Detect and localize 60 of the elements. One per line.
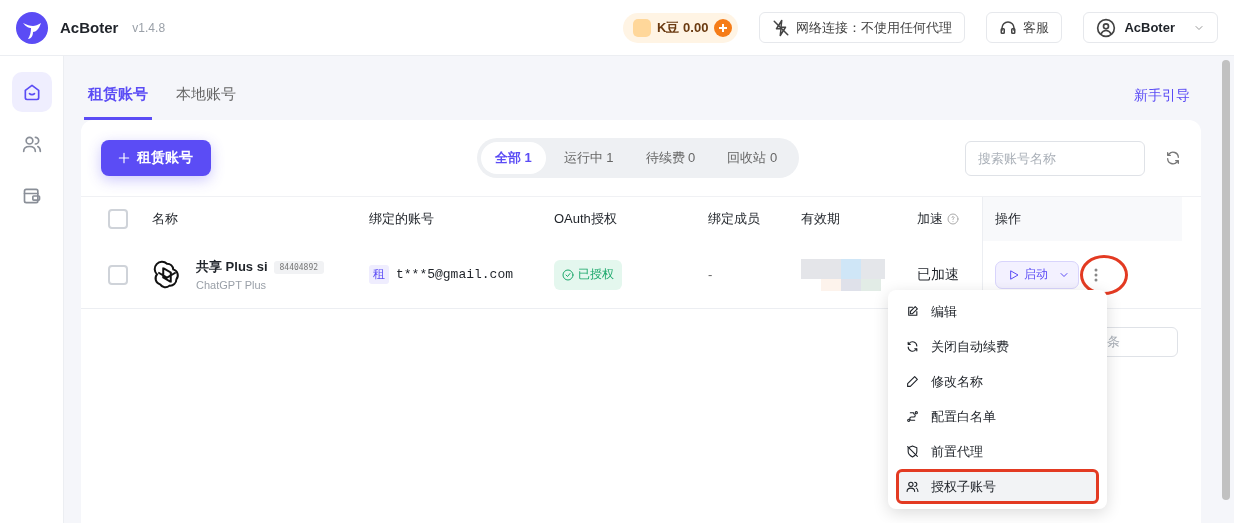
plan-label: ChatGPT Plus bbox=[196, 279, 268, 291]
refresh-icon[interactable] bbox=[1165, 150, 1181, 166]
coin-balance: K豆 0.00 bbox=[657, 18, 709, 37]
whale-tail-logo bbox=[16, 11, 48, 44]
filter-tab[interactable]: 待续费 0 bbox=[631, 142, 710, 174]
checkbox[interactable] bbox=[108, 264, 128, 285]
search-field[interactable]: 搜索账号名称 bbox=[965, 140, 1145, 176]
filter-tab[interactable]: 全部 1 bbox=[480, 142, 546, 174]
scrollbar[interactable] bbox=[1218, 56, 1234, 523]
column-header: 名称 bbox=[152, 210, 178, 228]
table-cell: 已加速 bbox=[917, 265, 959, 284]
plus-icon bbox=[117, 151, 131, 165]
user-circle-icon bbox=[1096, 17, 1117, 38]
column-header: 加速 bbox=[917, 210, 943, 228]
authorized-badge: 已授权 bbox=[554, 259, 622, 290]
pencil-icon bbox=[906, 375, 919, 388]
headset-icon bbox=[999, 18, 1018, 37]
account-name: 共享 Plus si bbox=[196, 258, 268, 276]
play-icon bbox=[1008, 268, 1020, 281]
user-menu-button[interactable]: AcBoter bbox=[1083, 12, 1218, 43]
more-vertical-icon bbox=[1094, 267, 1098, 282]
wallet-icon bbox=[21, 186, 42, 206]
add-account-button[interactable]: 租赁账号 bbox=[101, 140, 211, 176]
column-header: 绑定的账号 bbox=[369, 210, 434, 228]
menu-item[interactable]: 授权子账号 bbox=[896, 469, 1099, 504]
plus-icon bbox=[718, 22, 729, 33]
menu-item[interactable]: 编辑 bbox=[896, 294, 1099, 329]
add-coins-button[interactable] bbox=[714, 18, 733, 37]
menu-item[interactable]: 修改名称 bbox=[896, 364, 1099, 399]
no-lightning-icon bbox=[772, 18, 791, 37]
guide-link[interactable]: 新手引导 bbox=[1134, 87, 1190, 105]
tab[interactable]: 本地账号 bbox=[172, 85, 240, 120]
support-button[interactable]: 客服 bbox=[986, 12, 1063, 43]
shield-off-icon bbox=[906, 445, 919, 458]
version-label: v1.4.8 bbox=[132, 20, 166, 35]
column-header: 有效期 bbox=[801, 210, 840, 228]
bound-account: t***5@gmail.com bbox=[396, 267, 514, 282]
start-dropdown-button[interactable]: 启动 bbox=[995, 260, 1079, 289]
filter-tab[interactable]: 运行中 1 bbox=[549, 142, 628, 174]
rental-tag: 租 bbox=[369, 265, 389, 284]
edit-icon bbox=[906, 305, 919, 318]
check-circle-icon bbox=[562, 268, 574, 281]
column-header: OAuth授权 bbox=[554, 210, 617, 228]
filter-tab[interactable]: 回收站 0 bbox=[713, 142, 792, 174]
sidebar-item[interactable] bbox=[11, 72, 52, 112]
refresh-icon bbox=[906, 340, 919, 353]
app-title: AcBoter bbox=[60, 19, 119, 36]
menu-item[interactable]: 配置白名单 bbox=[896, 399, 1099, 434]
table-cell: - bbox=[708, 267, 713, 282]
column-header: 操作 bbox=[995, 210, 1021, 228]
users-icon bbox=[21, 134, 42, 154]
route-icon bbox=[906, 410, 919, 423]
column-header: 绑定成员 bbox=[708, 210, 760, 228]
id-badge: 84404892 bbox=[273, 260, 325, 274]
menu-item[interactable]: 前置代理 bbox=[896, 434, 1099, 469]
knot-logo-icon bbox=[152, 259, 182, 290]
network-button[interactable]: 网络连接：不使用任何代理 bbox=[759, 12, 966, 43]
checkbox[interactable] bbox=[108, 209, 128, 229]
users-icon bbox=[906, 480, 919, 493]
coin-balance-pill[interactable]: K豆 0.00 bbox=[623, 12, 739, 43]
